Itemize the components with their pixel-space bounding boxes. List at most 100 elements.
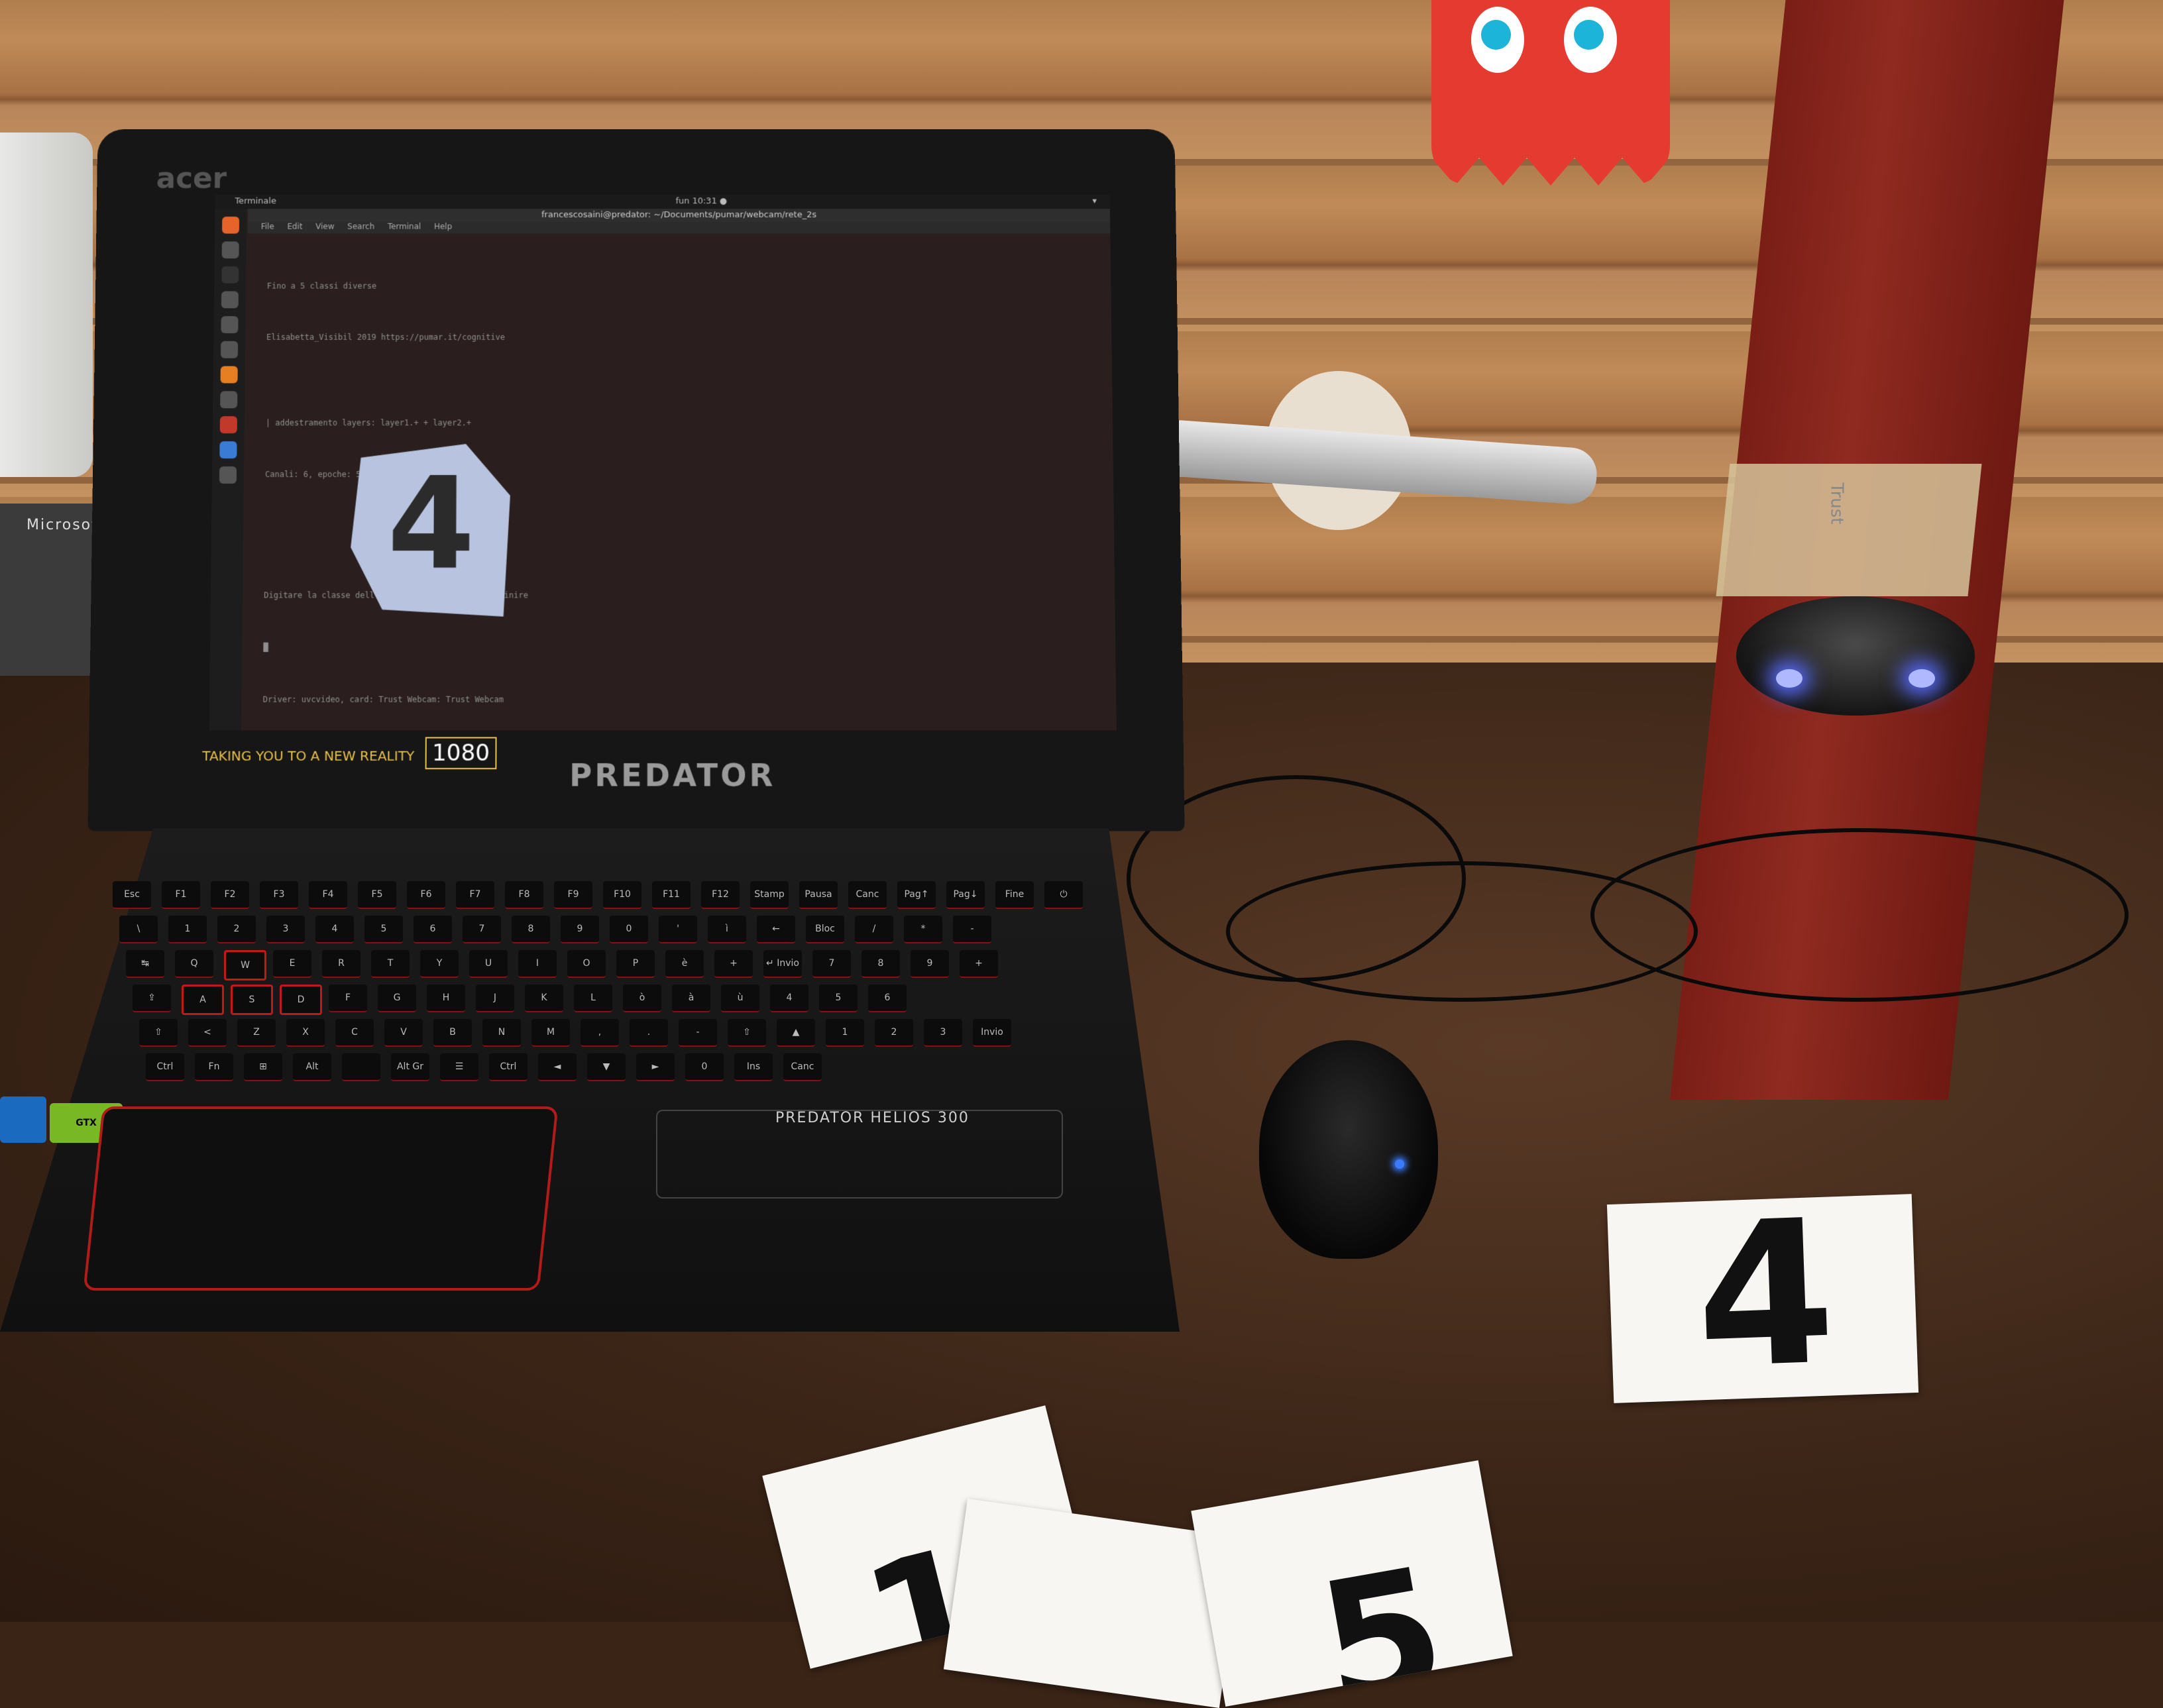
- key[interactable]: F8: [505, 881, 543, 909]
- key[interactable]: 2: [217, 916, 256, 943]
- key[interactable]: K: [525, 985, 563, 1012]
- key[interactable]: Alt: [293, 1053, 331, 1081]
- key[interactable]: 4: [770, 985, 808, 1012]
- key[interactable]: 5: [364, 916, 403, 943]
- key[interactable]: Fn: [195, 1053, 233, 1081]
- key[interactable]: F4: [309, 881, 347, 909]
- key[interactable]: F1: [162, 881, 200, 909]
- digit-card[interactable]: 4: [1607, 1194, 1918, 1403]
- key[interactable]: 7: [812, 950, 851, 978]
- activities-button[interactable]: Terminale: [235, 196, 276, 206]
- key[interactable]: /: [855, 916, 893, 943]
- key[interactable]: T: [371, 950, 410, 978]
- key[interactable]: -: [953, 916, 991, 943]
- key[interactable]: 9: [561, 916, 599, 943]
- key[interactable]: R: [322, 950, 360, 978]
- touchpad[interactable]: [83, 1106, 558, 1291]
- key[interactable]: 3: [266, 916, 305, 943]
- key[interactable]: <: [188, 1019, 227, 1047]
- key[interactable]: Y: [420, 950, 459, 978]
- settings-icon[interactable]: [220, 391, 237, 408]
- key[interactable]: 0: [610, 916, 648, 943]
- key[interactable]: ☰: [440, 1053, 478, 1081]
- key[interactable]: ⏻: [1044, 881, 1083, 909]
- key[interactable]: 0: [685, 1053, 724, 1081]
- menu-file[interactable]: File: [261, 222, 274, 231]
- key[interactable]: ': [659, 916, 697, 943]
- key[interactable]: ⇧: [139, 1019, 178, 1047]
- key[interactable]: Bloc Num: [806, 916, 844, 943]
- firefox-icon[interactable]: [222, 217, 239, 234]
- key[interactable]: O: [567, 950, 606, 978]
- key[interactable]: Fine: [995, 881, 1034, 909]
- key[interactable]: B: [433, 1019, 472, 1047]
- key[interactable]: [342, 1053, 380, 1081]
- key[interactable]: Pausa: [799, 881, 838, 909]
- key[interactable]: Ins: [734, 1053, 773, 1081]
- key[interactable]: 8: [512, 916, 550, 943]
- key[interactable]: 5: [819, 985, 858, 1012]
- key[interactable]: ⇧: [728, 1019, 766, 1047]
- menu-search[interactable]: Search: [347, 222, 374, 231]
- key[interactable]: ↵ Invio: [763, 950, 802, 978]
- key[interactable]: E: [273, 950, 311, 978]
- key[interactable]: C: [335, 1019, 374, 1047]
- key[interactable]: A: [182, 985, 224, 1015]
- key[interactable]: Pag↓: [946, 881, 985, 909]
- key[interactable]: S: [231, 985, 273, 1015]
- key[interactable]: M: [531, 1019, 570, 1047]
- key[interactable]: F9: [554, 881, 592, 909]
- key[interactable]: ⊞: [244, 1053, 282, 1081]
- key[interactable]: H: [427, 985, 465, 1012]
- app-icon[interactable]: [221, 292, 239, 309]
- key[interactable]: .: [630, 1019, 668, 1047]
- key[interactable]: ù: [721, 985, 759, 1012]
- software-icon[interactable]: [220, 416, 237, 433]
- key[interactable]: 6: [868, 985, 907, 1012]
- key[interactable]: ►: [636, 1053, 675, 1081]
- key[interactable]: P: [616, 950, 655, 978]
- key[interactable]: F3: [260, 881, 298, 909]
- key[interactable]: 2: [875, 1019, 913, 1047]
- key[interactable]: F5: [358, 881, 396, 909]
- key[interactable]: D: [280, 985, 322, 1015]
- key[interactable]: 8: [861, 950, 900, 978]
- key[interactable]: ▲: [777, 1019, 815, 1047]
- key[interactable]: *: [904, 916, 942, 943]
- menu-help[interactable]: Help: [434, 222, 452, 231]
- key[interactable]: ⇪: [133, 985, 171, 1012]
- key[interactable]: -: [679, 1019, 717, 1047]
- key[interactable]: \: [119, 916, 158, 943]
- key[interactable]: U: [469, 950, 508, 978]
- key[interactable]: ↹: [126, 950, 164, 978]
- key[interactable]: W: [224, 950, 266, 981]
- key[interactable]: Canc: [783, 1053, 822, 1081]
- key[interactable]: F2: [211, 881, 249, 909]
- key[interactable]: Z: [237, 1019, 276, 1047]
- key[interactable]: Esc: [113, 881, 151, 909]
- menu-view[interactable]: View: [315, 222, 334, 231]
- key[interactable]: 3: [924, 1019, 962, 1047]
- system-menu-icon[interactable]: ▾: [1092, 196, 1097, 206]
- key[interactable]: +: [960, 950, 998, 978]
- key[interactable]: N: [482, 1019, 521, 1047]
- key[interactable]: F6: [407, 881, 445, 909]
- key[interactable]: +: [714, 950, 753, 978]
- terminal-cursor[interactable]: █: [263, 639, 527, 656]
- app-icon[interactable]: [221, 316, 238, 333]
- key[interactable]: 6: [414, 916, 452, 943]
- key[interactable]: Pag↑: [897, 881, 936, 909]
- clock[interactable]: fun 10:31 ●: [676, 196, 728, 206]
- key[interactable]: Canc: [848, 881, 887, 909]
- key[interactable]: è: [665, 950, 704, 978]
- key[interactable]: 7: [463, 916, 501, 943]
- key[interactable]: J: [476, 985, 514, 1012]
- key[interactable]: F10: [603, 881, 641, 909]
- app-icon[interactable]: [221, 341, 238, 358]
- terminal-icon[interactable]: [221, 266, 239, 284]
- key[interactable]: ▼: [587, 1053, 626, 1081]
- key[interactable]: Invio: [973, 1019, 1011, 1047]
- key[interactable]: ◄: [538, 1053, 577, 1081]
- key[interactable]: à: [672, 985, 710, 1012]
- key[interactable]: I: [518, 950, 557, 978]
